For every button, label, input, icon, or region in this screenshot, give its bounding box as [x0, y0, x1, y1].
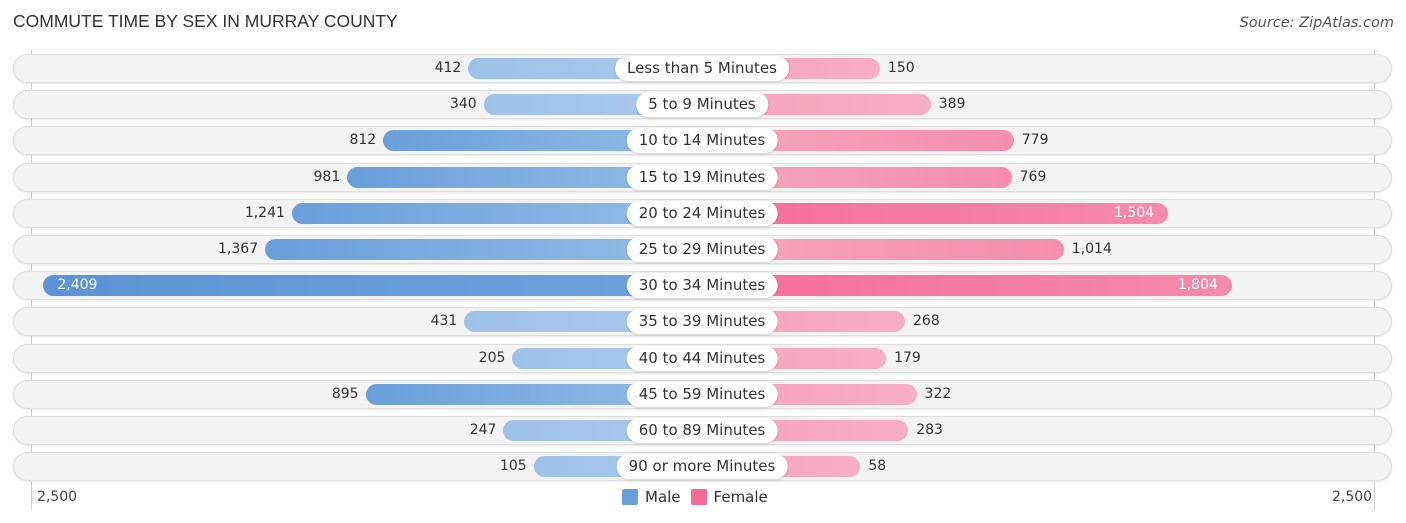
- value-label-male: 105: [499, 458, 527, 474]
- axis-tick-left: 2,500: [37, 489, 78, 505]
- legend-swatch-female: [690, 489, 707, 505]
- value-label-female: 322: [924, 386, 952, 402]
- value-label-male: 2,409: [57, 277, 98, 293]
- value-label-female: 769: [1019, 169, 1047, 185]
- value-label-female: 268: [913, 313, 940, 329]
- legend-label-female: Female: [713, 488, 768, 506]
- value-label-female: 389: [938, 96, 966, 112]
- value-label-male: 1,367: [218, 241, 259, 257]
- bar-male[interactable]: [43, 275, 702, 296]
- legend-label-male: Male: [645, 488, 681, 506]
- category-label: 40 to 44 Minutes: [626, 346, 778, 371]
- chart-title: COMMUTE TIME BY SEX IN MURRAY COUNTY: [13, 11, 398, 31]
- value-label-male: 412: [434, 60, 462, 76]
- value-label-male: 340: [449, 96, 477, 112]
- bar-female[interactable]: [702, 275, 1232, 296]
- category-label: 35 to 39 Minutes: [626, 309, 778, 334]
- category-label: Less than 5 Minutes: [615, 56, 789, 81]
- value-label-male: 247: [469, 422, 497, 438]
- legend-item-male[interactable]: Male: [622, 488, 681, 506]
- value-label-male: 812: [349, 132, 377, 148]
- value-label-male: 205: [478, 350, 506, 366]
- category-label: 30 to 34 Minutes: [626, 273, 778, 298]
- value-label-female: 1,014: [1071, 241, 1112, 257]
- value-label-female: 283: [916, 422, 943, 438]
- category-label: 15 to 19 Minutes: [626, 165, 778, 190]
- category-label: 90 or more Minutes: [616, 454, 788, 479]
- legend-item-female[interactable]: Female: [690, 488, 768, 506]
- value-label-female: 58: [868, 458, 887, 474]
- value-label-female: 779: [1021, 132, 1049, 148]
- legend: Male Female: [622, 488, 778, 506]
- source-credit: Source: ZipAtlas.com: [1239, 15, 1394, 31]
- axis-tick-right: 2,500: [1332, 489, 1373, 505]
- value-label-male: 895: [331, 386, 359, 402]
- category-label: 10 to 14 Minutes: [626, 128, 778, 153]
- value-label-male: 1,241: [244, 205, 285, 221]
- value-label-male: 981: [313, 169, 341, 185]
- category-label: 45 to 59 Minutes: [626, 382, 778, 407]
- value-label-male: 431: [430, 313, 458, 329]
- value-label-female: 150: [887, 60, 915, 76]
- category-label: 60 to 89 Minutes: [626, 418, 778, 443]
- value-label-female: 179: [894, 350, 921, 366]
- legend-swatch-male: [622, 489, 638, 505]
- category-label: 20 to 24 Minutes: [626, 201, 778, 226]
- value-label-female: 1,504: [1113, 205, 1155, 221]
- category-label: 5 to 9 Minutes: [636, 92, 768, 117]
- category-label: 25 to 29 Minutes: [626, 237, 778, 262]
- value-label-female: 1,804: [1177, 277, 1218, 293]
